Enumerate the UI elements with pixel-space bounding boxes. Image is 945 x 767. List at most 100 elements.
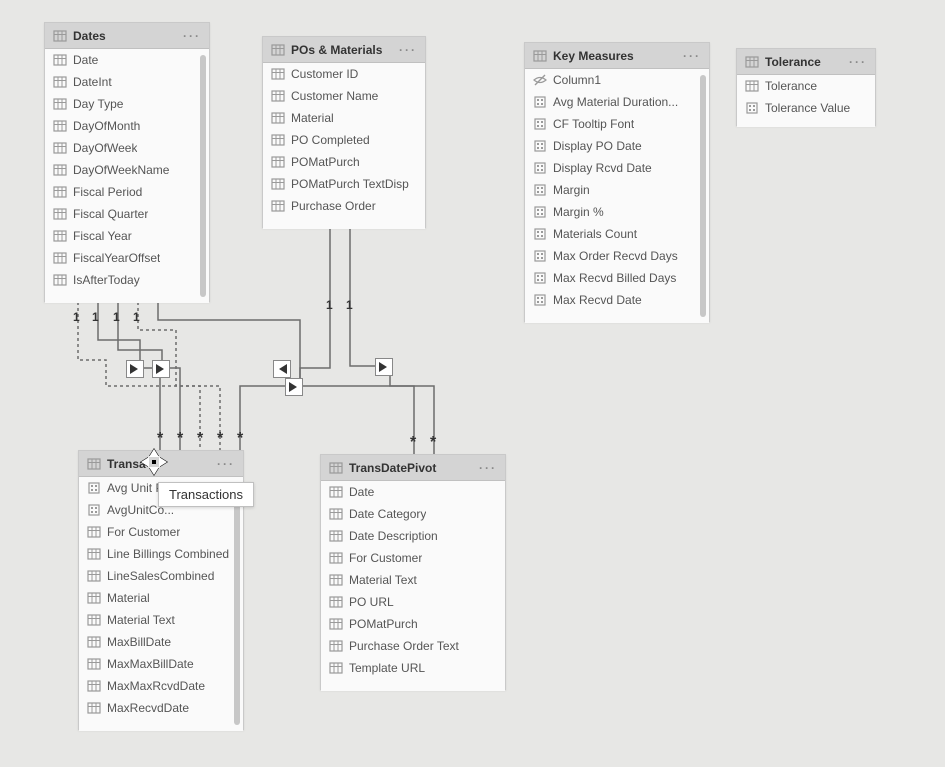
meas-icon	[533, 227, 547, 241]
field-row[interactable]: Purchase Order Text	[321, 635, 505, 657]
field-row[interactable]: Customer Name	[263, 85, 425, 107]
relationship-direction-icon[interactable]	[152, 360, 170, 378]
field-label: Column1	[553, 73, 601, 87]
field-row[interactable]: Customer ID	[263, 63, 425, 85]
scrollbar[interactable]	[700, 75, 706, 317]
field-row[interactable]: Material	[263, 107, 425, 129]
table-pos[interactable]: POs & Materials···Customer IDCustomer Na…	[262, 36, 426, 228]
field-label: Avg Unit P	[107, 481, 163, 495]
col-icon	[87, 591, 101, 605]
col-icon	[329, 639, 343, 653]
cardinality-label: 1	[346, 298, 353, 312]
table-header[interactable]: TransDatePivot ···	[321, 455, 505, 481]
cardinality-label: *	[410, 434, 416, 452]
more-icon[interactable]: ···	[849, 55, 869, 69]
field-row[interactable]: DayOfWeekName	[45, 159, 209, 181]
field-row[interactable]: Purchase Order	[263, 195, 425, 217]
col-icon	[271, 89, 285, 103]
field-row[interactable]: Date Description	[321, 525, 505, 547]
field-row[interactable]: Max Recvd Date	[525, 289, 709, 311]
table-icon	[329, 461, 343, 475]
table-header[interactable]: POs & Materials···	[263, 37, 425, 63]
field-row[interactable]: For Customer	[79, 521, 243, 543]
field-row[interactable]: POMatPurch	[263, 151, 425, 173]
table-header[interactable]: Transa···	[79, 451, 243, 477]
more-icon[interactable]: ···	[683, 49, 703, 63]
field-row[interactable]: Avg Material Duration...	[525, 91, 709, 113]
table-pivot[interactable]: TransDatePivot ··· DateDate CategoryDate D…	[320, 454, 506, 690]
field-row[interactable]: CF Tooltip Font	[525, 113, 709, 135]
relationship-direction-icon[interactable]	[273, 360, 291, 378]
field-label: For Customer	[107, 525, 180, 539]
field-label: Day Type	[73, 97, 123, 111]
field-row[interactable]: Fiscal Quarter	[45, 203, 209, 225]
field-row[interactable]: Day Type	[45, 93, 209, 115]
more-icon[interactable]: ···	[479, 461, 499, 475]
col-icon	[271, 111, 285, 125]
table-header[interactable]: Key Measures···	[525, 43, 709, 69]
cardinality-label: 1	[133, 310, 140, 324]
more-icon[interactable]: ···	[183, 29, 203, 43]
meas-icon	[533, 205, 547, 219]
field-row[interactable]: LineSalesCombined	[79, 565, 243, 587]
field-row[interactable]: Materials Count	[525, 223, 709, 245]
field-row[interactable]: DateInt	[45, 71, 209, 93]
table-header[interactable]: Dates···	[45, 23, 209, 49]
field-row[interactable]: Date	[45, 49, 209, 71]
field-label: Date	[73, 53, 98, 67]
meas-icon	[533, 249, 547, 263]
field-row[interactable]: Material Text	[321, 569, 505, 591]
field-label: For Customer	[349, 551, 422, 565]
more-icon[interactable]: ···	[399, 43, 419, 57]
field-row[interactable]: IsAfterToday	[45, 269, 209, 291]
table-tol[interactable]: Tolerance···ToleranceTolerance Value	[736, 48, 876, 126]
field-row[interactable]: Column1	[525, 69, 709, 91]
table-header[interactable]: Tolerance···	[737, 49, 875, 75]
field-row[interactable]: Tolerance	[737, 75, 875, 97]
relationship-direction-icon[interactable]	[126, 360, 144, 378]
field-row[interactable]: DayOfWeek	[45, 137, 209, 159]
table-key[interactable]: Key Measures··· Column1 Avg Material Durat…	[524, 42, 710, 322]
field-row[interactable]: Display PO Date	[525, 135, 709, 157]
scrollbar[interactable]	[200, 55, 206, 297]
field-row[interactable]: Fiscal Period	[45, 181, 209, 203]
field-row[interactable]: Date Category	[321, 503, 505, 525]
field-row[interactable]: PO URL	[321, 591, 505, 613]
field-row[interactable]: FiscalYearOffset	[45, 247, 209, 269]
scrollbar[interactable]	[234, 483, 240, 725]
field-label: Material	[291, 111, 334, 125]
col-icon	[53, 119, 67, 133]
field-row[interactable]: Date	[321, 481, 505, 503]
field-row[interactable]: MaxRecvdDate	[79, 697, 243, 719]
field-row[interactable]: MaxMaxRcvdDate	[79, 675, 243, 697]
field-row[interactable]: Margin %	[525, 201, 709, 223]
col-icon	[271, 155, 285, 169]
relationship-direction-icon[interactable]	[375, 358, 393, 376]
field-row[interactable]: MaxBillDate	[79, 631, 243, 653]
table-dates[interactable]: Dates···DateDateIntDay TypeDayOfMonthDay…	[44, 22, 210, 302]
field-row[interactable]: Display Rcvd Date	[525, 157, 709, 179]
field-label: POMatPurch	[349, 617, 418, 631]
field-row[interactable]: Margin	[525, 179, 709, 201]
relationship-direction-icon[interactable]	[285, 378, 303, 396]
field-row[interactable]: PO Completed	[263, 129, 425, 151]
field-row[interactable]: DayOfMonth	[45, 115, 209, 137]
field-row[interactable]: Material Text	[79, 609, 243, 631]
field-row[interactable]: Max Recvd Billed Days	[525, 267, 709, 289]
field-row[interactable]: Material	[79, 587, 243, 609]
field-label: LineSalesCombined	[107, 569, 214, 583]
field-row[interactable]: Line Billings Combined	[79, 543, 243, 565]
field-row[interactable]: Fiscal Year	[45, 225, 209, 247]
field-row[interactable]: MaxMaxBillDate	[79, 653, 243, 675]
field-label: Display PO Date	[553, 139, 642, 153]
field-row[interactable]: Template URL	[321, 657, 505, 679]
col-icon	[329, 507, 343, 521]
field-row[interactable]: For Customer	[321, 547, 505, 569]
field-row[interactable]: Tolerance Value	[737, 97, 875, 119]
more-icon[interactable]: ···	[217, 457, 237, 471]
field-row[interactable]: POMatPurch	[321, 613, 505, 635]
model-canvas[interactable]: { "tables": { "dates": { "title": "Dates…	[0, 0, 945, 767]
field-row[interactable]: POMatPurch TextDisp	[263, 173, 425, 195]
field-row[interactable]: Max Order Recvd Days	[525, 245, 709, 267]
table-title: TransDatePivot	[349, 461, 473, 475]
